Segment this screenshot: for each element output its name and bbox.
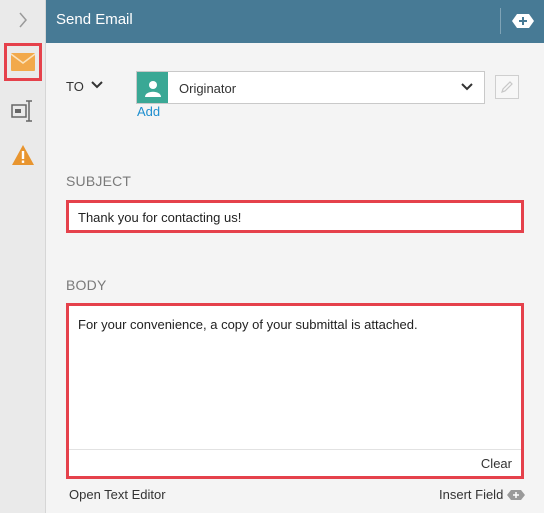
- chevron-down-icon[interactable]: [90, 80, 104, 90]
- recipient-select[interactable]: Originator: [136, 71, 485, 104]
- insert-field-icon: [507, 489, 526, 500]
- user-icon: [144, 80, 161, 97]
- subject-label: SUBJECT: [66, 173, 132, 189]
- body-label: BODY: [66, 277, 107, 293]
- body-footer: Clear: [69, 449, 521, 476]
- to-label: TO: [66, 79, 84, 94]
- expand-rail-button[interactable]: [0, 0, 46, 40]
- chevron-right-icon: [19, 12, 27, 28]
- body-textarea[interactable]: For your convenience, a copy of your sub…: [66, 303, 524, 479]
- insert-field-label: Insert Field: [439, 487, 504, 502]
- add-icon[interactable]: [511, 13, 535, 29]
- left-rail: [0, 0, 46, 513]
- body-value: For your convenience, a copy of your sub…: [78, 317, 418, 332]
- subject-value: Thank you for contacting us!: [78, 210, 242, 225]
- recipient-name: Originator: [179, 81, 237, 96]
- subject-input[interactable]: Thank you for contacting us!: [66, 200, 524, 233]
- field-icon: [11, 100, 32, 122]
- edit-recipient-button[interactable]: [495, 75, 519, 99]
- warning-action-button[interactable]: [4, 136, 42, 174]
- avatar: [137, 72, 168, 103]
- chevron-down-icon[interactable]: [460, 82, 474, 92]
- panel-header: Send Email: [46, 0, 544, 43]
- warning-icon: [12, 145, 34, 165]
- email-action-button[interactable]: [4, 43, 42, 81]
- email-icon: [11, 53, 35, 71]
- panel-title: Send Email: [56, 11, 133, 28]
- header-divider: [500, 8, 501, 34]
- field-action-button[interactable]: [4, 92, 42, 130]
- pencil-icon: [501, 81, 513, 93]
- add-recipient-link[interactable]: Add: [137, 104, 160, 119]
- insert-field-button[interactable]: Insert Field: [439, 487, 526, 502]
- open-text-editor-link[interactable]: Open Text Editor: [69, 487, 166, 502]
- clear-button[interactable]: Clear: [481, 456, 512, 471]
